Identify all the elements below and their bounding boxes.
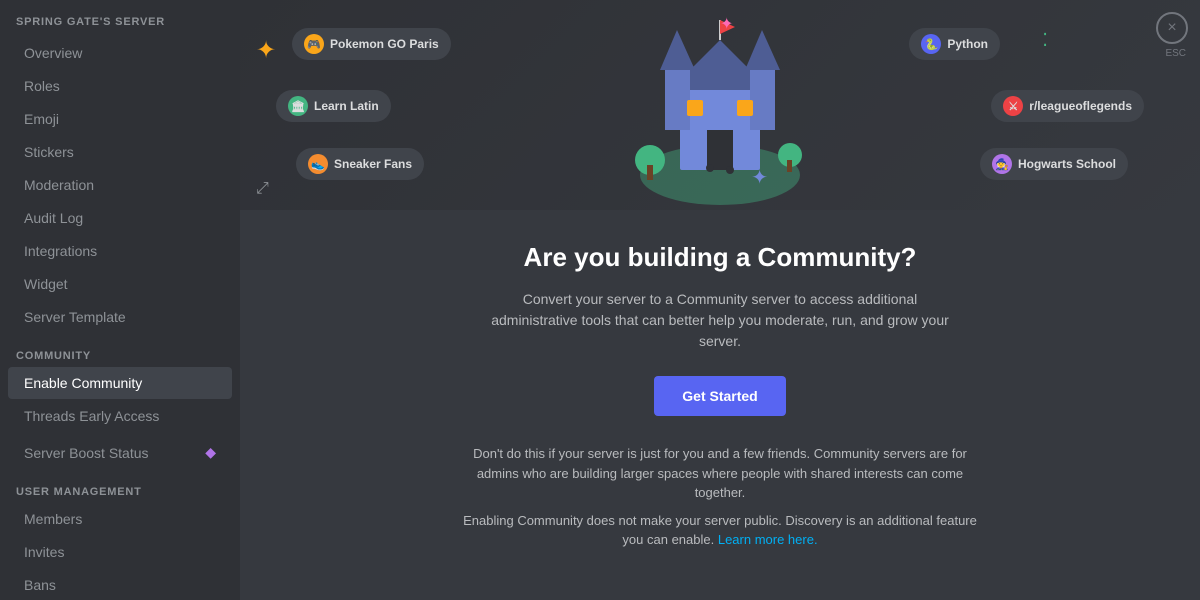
notice-text-1: Don't do this if your server is just for… [460,444,980,503]
server-chip-hogwarts: 🧙 Hogwarts School [980,148,1128,180]
server-name: Spring Gate's Server [0,0,240,36]
server-chip-sneaker: 👟 Sneaker Fans [296,148,424,180]
sidebar-item-integrations[interactable]: Integrations [8,235,232,267]
page-subtitle: Convert your server to a Community serve… [480,289,960,352]
chip-icon-pokemon: 🎮 [304,34,324,54]
page-heading: Are you building a Community? [288,242,1152,273]
get-started-button[interactable]: Get Started [654,376,785,416]
learn-more-link[interactable]: Learn more here. [718,532,818,547]
sidebar-item-widget[interactable]: Widget [8,268,232,300]
main-content: 🎮 Pokemon GO Paris 🐍 Python 🏛 Learn Lati… [240,0,1200,600]
content-section: Are you building a Community? Convert yo… [240,210,1200,590]
sidebar-item-bans[interactable]: Bans [8,569,232,600]
star-icon-2: ✦ [720,14,733,34]
server-chip-python: 🐍 Python [909,28,1000,60]
close-button[interactable]: × [1156,12,1188,44]
sidebar-item-server-boost-status[interactable]: Server Boost Status ◆ [8,436,232,469]
expand-icon[interactable]: ⤢ [256,180,269,198]
dots-icon: ⁚ [1042,30,1048,51]
user-management-section-label: USER MANAGEMENT [0,470,240,502]
chip-icon-hogwarts: 🧙 [992,154,1012,174]
sidebar: Spring Gate's Server Overview Roles Emoj… [0,0,240,600]
chip-icon-sneaker: 👟 [308,154,328,174]
hero-section: 🎮 Pokemon GO Paris 🐍 Python 🏛 Learn Lati… [240,0,1200,210]
notice-text-2: Enabling Community does not make your se… [460,511,980,550]
community-section-label: COMMUNITY [0,334,240,366]
boost-diamond-icon: ◆ [205,444,216,461]
sidebar-item-moderation[interactable]: Moderation [8,169,232,201]
sidebar-item-stickers[interactable]: Stickers [8,136,232,168]
star-icon-1: ✦ [256,36,276,65]
sidebar-item-roles[interactable]: Roles [8,70,232,102]
server-chip-latin: 🏛 Learn Latin [276,90,391,122]
diamond-icon: ✦ [751,165,768,190]
sidebar-item-server-template[interactable]: Server Template [8,301,232,333]
chip-icon-python: 🐍 [921,34,941,54]
esc-label: ESC [1165,48,1186,59]
server-chip-pokemon: 🎮 Pokemon GO Paris [292,28,451,60]
sidebar-item-enable-community[interactable]: Enable Community [8,367,232,399]
chip-icon-lol: ⚔ [1003,96,1023,116]
sidebar-item-overview[interactable]: Overview [8,37,232,69]
sidebar-item-emoji[interactable]: Emoji [8,103,232,135]
sidebar-item-audit-log[interactable]: Audit Log [8,202,232,234]
sidebar-item-members[interactable]: Members [8,503,232,535]
server-chip-lol: ⚔ r/leagueoflegends [991,90,1144,122]
sidebar-item-invites[interactable]: Invites [8,536,232,568]
sidebar-item-threads-early-access[interactable]: Threads Early Access [8,400,232,432]
chip-icon-latin: 🏛 [288,96,308,116]
